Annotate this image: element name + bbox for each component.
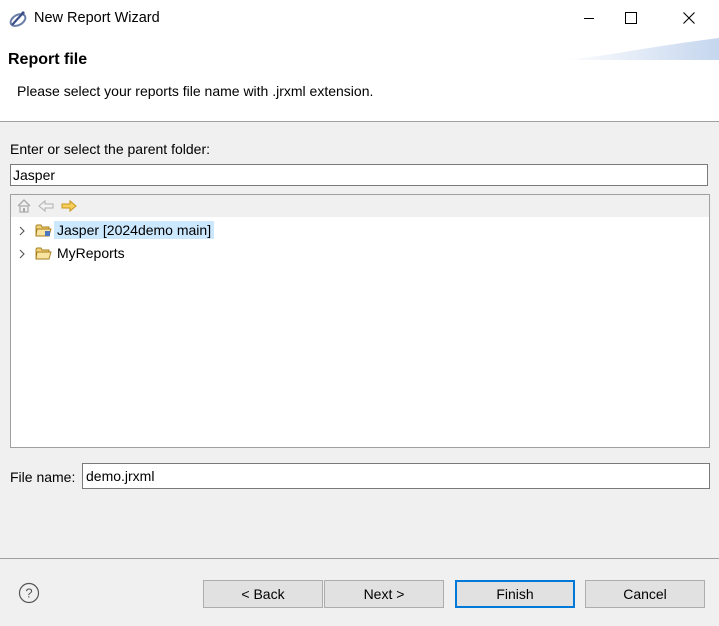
title-bar[interactable]: New Report Wizard (0, 0, 719, 38)
file-name-input[interactable] (82, 463, 710, 489)
wizard-header: Report file Please select your reports f… (0, 38, 719, 121)
home-icon[interactable] (16, 198, 32, 214)
tree-toolbar (11, 195, 709, 217)
parent-folder-label: Enter or select the parent folder: (10, 141, 210, 157)
app-logo-icon (8, 9, 28, 29)
parent-folder-input[interactable] (10, 164, 708, 186)
file-name-label: File name: (10, 469, 76, 485)
maximize-icon (625, 11, 637, 27)
header-separator (0, 121, 719, 122)
tree-item-label: MyReports (57, 245, 125, 261)
expand-chevron-icon[interactable] (17, 247, 27, 259)
close-icon (683, 11, 695, 27)
svg-text:?: ? (25, 586, 32, 601)
tree-item-myreports[interactable]: MyReports (11, 242, 709, 264)
tree-item-label: Jasper [2024demo main] (54, 221, 215, 239)
folder-icon (35, 245, 52, 261)
page-description: Please select your reports file name wit… (17, 83, 374, 99)
back-arrow-icon[interactable] (38, 198, 54, 214)
footer-separator (0, 558, 719, 559)
banner-graphic (559, 38, 719, 60)
expand-chevron-icon[interactable] (17, 224, 27, 236)
project-folder-icon (35, 222, 52, 238)
minimize-icon (583, 11, 595, 27)
cancel-button[interactable]: Cancel (585, 580, 705, 608)
back-button[interactable]: < Back (203, 580, 323, 608)
page-title: Report file (8, 51, 88, 68)
folder-tree[interactable]: Jasper [2024demo main] MyReports (10, 194, 710, 448)
next-button[interactable]: Next > (324, 580, 444, 608)
tree-item-jasper[interactable]: Jasper [2024demo main] (11, 219, 709, 241)
finish-button[interactable]: Finish (455, 580, 575, 608)
close-button[interactable] (666, 0, 712, 38)
minimize-button[interactable] (566, 0, 612, 38)
help-icon[interactable]: ? (18, 582, 40, 604)
maximize-button[interactable] (608, 0, 654, 38)
window-title: New Report Wizard (34, 10, 160, 26)
forward-arrow-icon[interactable] (61, 198, 77, 214)
